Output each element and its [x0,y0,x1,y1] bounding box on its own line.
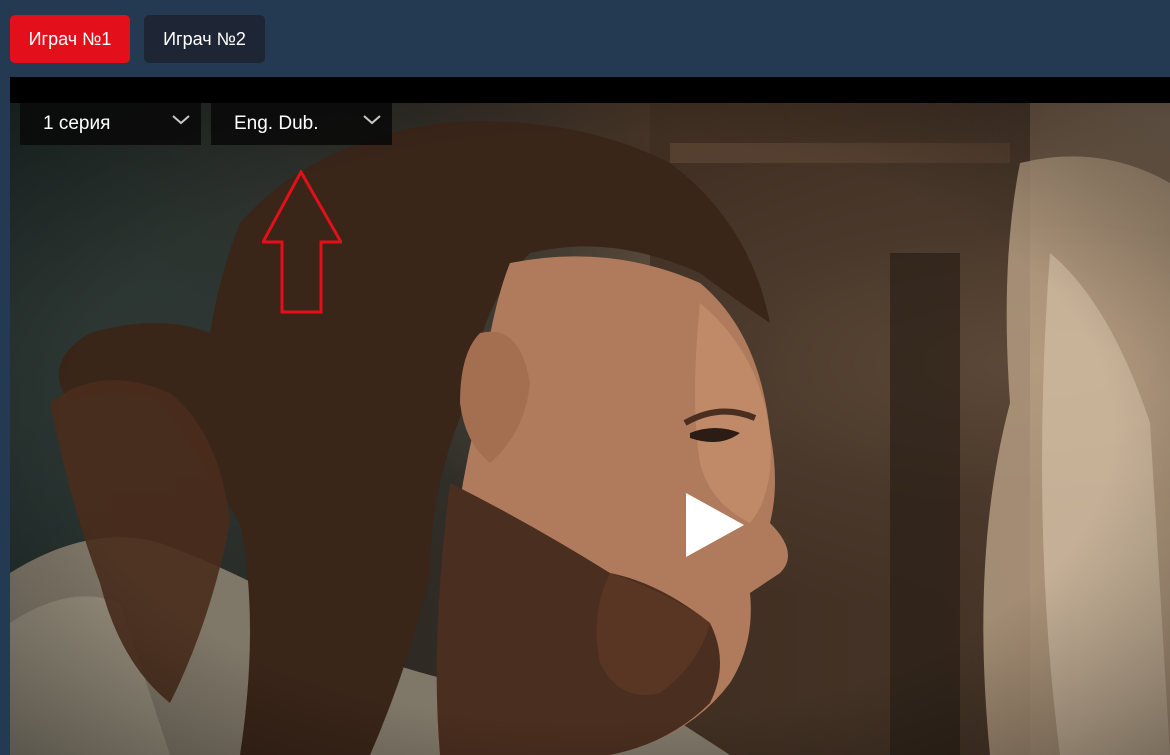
episode-select-value: 1 серия [43,112,111,134]
episode-select[interactable]: 1 серия [20,103,201,145]
chevron-down-icon [363,115,381,125]
player-1-tab[interactable]: Играч №1 [10,15,130,63]
player-tabs-bar: Играч №1 Играч №2 [0,0,1170,77]
red-arrow-annotation [262,170,342,314]
video-frame[interactable]: 1 серия Eng. Dub. [10,103,1170,755]
video-player[interactable]: 1 серия Eng. Dub. [10,77,1170,755]
dub-select-value: Eng. Dub. [234,112,319,134]
player-2-tab[interactable]: Играч №2 [144,15,265,63]
video-thumbnail [10,103,1170,755]
dub-select[interactable]: Eng. Dub. [211,103,392,145]
play-icon[interactable] [686,493,746,557]
chevron-down-icon [172,115,190,125]
